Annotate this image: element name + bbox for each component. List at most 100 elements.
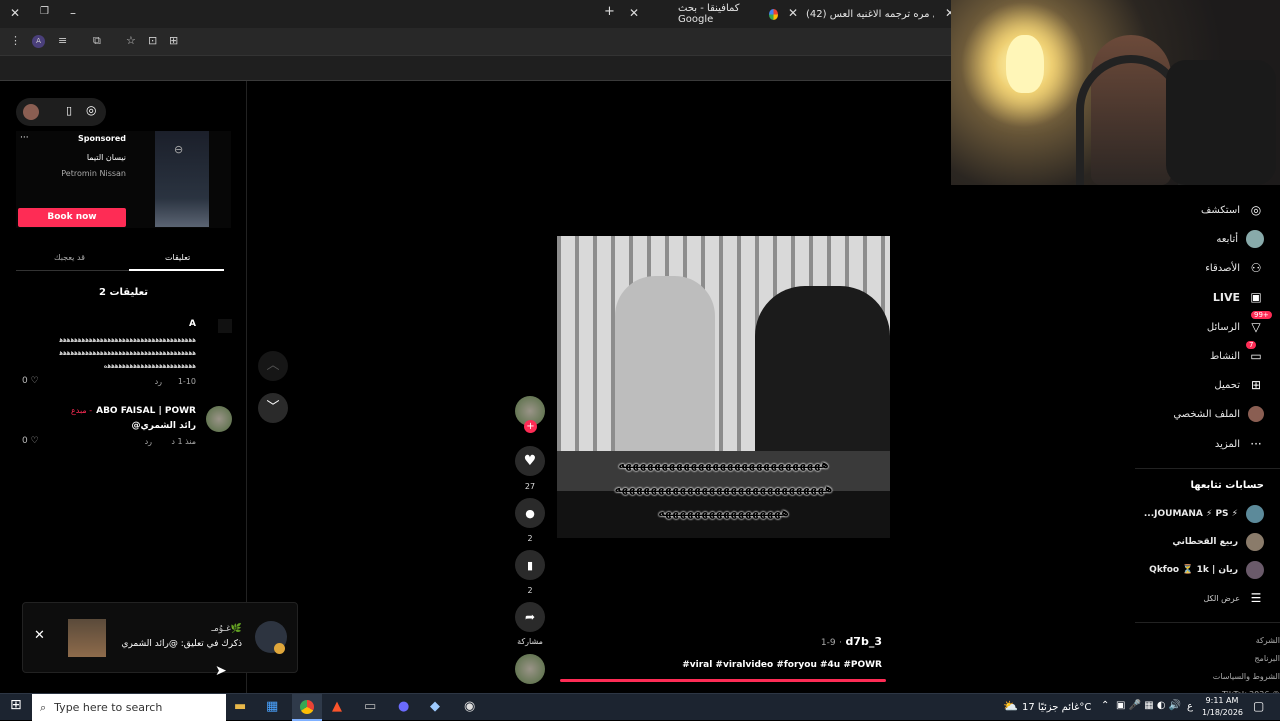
following-account[interactable]: Qkfoo ⏳ 1k | ريان	[1149, 561, 1264, 579]
tab-label: (42) لاول مره ترجمه الاغنيه العس	[806, 8, 934, 20]
nav-explore[interactable]: استكشف ◎	[1201, 202, 1264, 218]
bookmarks-bar	[0, 56, 951, 81]
compass-icon[interactable]: ◎	[86, 103, 96, 117]
device-icon[interactable]: ▯	[66, 104, 72, 117]
comment-likes[interactable]: 0 ♡	[22, 436, 39, 446]
upload-icon: ⊞	[1250, 378, 1262, 392]
mention-notification[interactable]: ✕ غـوُمـ🌿 ذكرك في تعليق: @رائد الشمري	[22, 602, 298, 673]
nav-messages[interactable]: الرسائل ▽ 99+	[1207, 311, 1272, 335]
nav-label: تحميل	[1214, 379, 1240, 391]
tab-youtube[interactable]: (42) لاول مره ترجمه الاغنيه العس	[806, 4, 934, 24]
avatar[interactable]	[206, 406, 232, 432]
book-now-button[interactable]: Book now	[18, 208, 126, 227]
video-author-row: 1-9 · d7b_3	[700, 635, 882, 648]
share-label: مشاركة	[517, 637, 543, 646]
nav-activity[interactable]: النشاط ▭ 7	[1210, 341, 1264, 364]
menu-dots-icon[interactable]: ⋮	[10, 34, 21, 47]
translate-icon[interactable]: ⊞	[169, 34, 178, 47]
tab-might-like[interactable]: قد يعجبك	[54, 253, 85, 262]
chair	[1166, 60, 1276, 185]
tab-close-icon[interactable]: ✕	[788, 6, 798, 20]
discord-icon[interactable]: ●	[398, 699, 409, 714]
nav-upload[interactable]: تحميل ⊞	[1214, 377, 1264, 393]
nav-following[interactable]: أتابعه	[1216, 230, 1264, 248]
video-caption[interactable]: #viral #viralvideo #foryou #4u #POWR	[600, 660, 882, 670]
see-all-link[interactable]: عرض الكل ☰	[1203, 590, 1264, 606]
obs-icon[interactable]: ◉	[464, 699, 475, 714]
extensions-icon[interactable]: ⧉	[93, 34, 101, 48]
video-progress-bar[interactable]	[560, 679, 886, 682]
bookmark-star-icon[interactable]: ☆	[126, 34, 136, 47]
taskbar-search-input[interactable]: ⌕ Type here to search	[32, 694, 226, 721]
divider	[1135, 622, 1280, 623]
sponsored-ad[interactable]: ··· Sponsored نيسان التيما Petromin Niss…	[16, 131, 231, 228]
more-icon[interactable]: ···	[20, 133, 29, 143]
video-player[interactable]: ههههههههههههههههههههههههههههه هههههههههه…	[557, 236, 890, 538]
close-icon[interactable]: ✕	[34, 628, 45, 643]
inbox-icon: ▽ 99+	[1248, 311, 1272, 335]
tab-google-search[interactable]: كمافينقا - بحث Google	[678, 3, 778, 25]
restore-window-icon[interactable]: ❐	[40, 6, 49, 17]
reply-link[interactable]: رد	[155, 377, 162, 386]
nav-friends[interactable]: الأصدقاء ⚇	[1205, 260, 1264, 276]
chrome-taskbar-button[interactable]	[292, 694, 322, 721]
nav-profile[interactable]: الملف الشخصي	[1173, 406, 1264, 422]
file-explorer-icon[interactable]: ▬	[234, 699, 246, 714]
follow-plus-icon[interactable]: +	[524, 420, 537, 433]
comment-text: @رائد الشمري	[131, 421, 196, 431]
avatar[interactable]	[23, 104, 39, 120]
following-account[interactable]: ...JOUMANA ⚡ PS ⚡	[1144, 505, 1264, 523]
weather-text[interactable]: غائم جزئيًا 17°C	[1022, 702, 1091, 713]
tray-icons[interactable]: ▣ 🎤 ▦ ◐ 🔊	[1116, 700, 1181, 711]
search-icon: ⌕	[40, 700, 47, 714]
comment-author[interactable]: A	[189, 319, 196, 329]
sound-disc[interactable]	[515, 654, 545, 684]
tab-comments[interactable]: تعليقات	[165, 253, 190, 262]
share-button[interactable]: ➦	[515, 602, 545, 632]
brave-icon[interactable]: ▲	[332, 699, 342, 714]
activity-badge: 7	[1246, 341, 1257, 349]
comment-author[interactable]: ABO FAISAL | POWR	[96, 406, 196, 416]
footer-link[interactable]: الشركة	[1213, 632, 1280, 650]
see-all-label: عرض الكل	[1203, 593, 1240, 603]
following-title: حسابات تتابعها	[1190, 480, 1264, 491]
avatar	[1246, 561, 1264, 579]
notifications-icon[interactable]: ▢	[1253, 699, 1264, 713]
tray-chevron-icon[interactable]: ⌃	[1101, 700, 1109, 711]
account-name: ربيع القحطاني	[1172, 537, 1238, 547]
previous-video-button[interactable]: ︿	[258, 351, 288, 381]
floating-toolbar: ▯ ◎	[16, 98, 106, 126]
overlay-line: ههههههههههههههههههههههههههههه	[618, 458, 829, 471]
nav-live[interactable]: LIVE ▣	[1213, 289, 1264, 305]
close-window-icon[interactable]: ✕	[10, 6, 20, 20]
like-button[interactable]: ♥	[515, 446, 545, 476]
save-button[interactable]: ▮	[515, 550, 545, 580]
minimize-window-icon[interactable]: –	[70, 6, 76, 20]
ad-brand: Petromin Nissan	[61, 169, 126, 178]
browser-toolbar: ⋮ A ≡ ⧉ ☆ ⊡ ⊞	[0, 28, 951, 56]
video-author[interactable]: d7b_3	[845, 635, 882, 648]
nav-label: استكشف	[1201, 204, 1240, 216]
store-icon[interactable]: ▦	[266, 699, 278, 714]
avatar[interactable]	[218, 319, 232, 333]
following-account[interactable]: ربيع القحطاني	[1172, 533, 1264, 551]
comment-likes[interactable]: 0 ♡	[22, 376, 39, 386]
clock[interactable]: 9:11 AM 1/18/2026	[1202, 695, 1243, 719]
nav-more[interactable]: المزيد ···	[1215, 436, 1264, 452]
steam-icon[interactable]: ◆	[430, 699, 440, 714]
reply-link[interactable]: رد	[145, 437, 152, 446]
footer-link[interactable]: البرنامج	[1213, 650, 1280, 668]
tab-close-icon[interactable]: ✕	[629, 6, 639, 20]
windows-start-icon[interactable]: ⊞	[10, 697, 22, 713]
app-icon[interactable]: ▭	[364, 699, 376, 714]
next-video-button[interactable]: ﹀	[258, 393, 288, 423]
thumbnail	[68, 619, 106, 657]
nav-label: الملف الشخصي	[1173, 408, 1240, 420]
profile-icon[interactable]: A	[32, 35, 45, 48]
footer-link[interactable]: الشروط والسياسات	[1213, 668, 1280, 686]
new-tab-icon[interactable]: +	[604, 4, 615, 19]
install-app-icon[interactable]: ⊡	[148, 34, 157, 47]
comment-button[interactable]: ●	[515, 498, 545, 528]
media-control-icon[interactable]: ≡	[58, 34, 67, 47]
language-indicator[interactable]: ع	[1187, 701, 1193, 712]
